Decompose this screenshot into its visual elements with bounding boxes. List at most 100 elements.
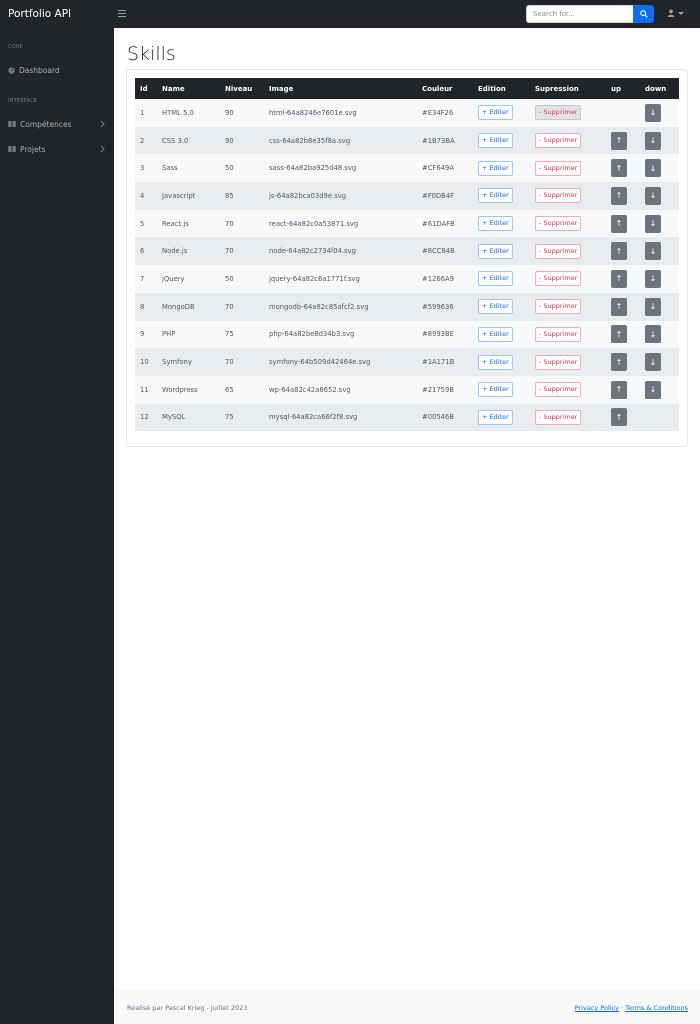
cell-id: 3: [140, 164, 145, 173]
column-header-name[interactable]: Name: [157, 78, 220, 99]
move-up-button[interactable]: ↑: [611, 159, 627, 178]
delete-button[interactable]: - Supprimer: [535, 216, 582, 232]
cell-edition: + Editer: [473, 127, 530, 155]
delete-button[interactable]: - Supprimer: [535, 160, 582, 176]
delete-button[interactable]: - Supprimer: [535, 243, 582, 259]
cell-image: symfony-64b509d42464e.svg: [269, 358, 371, 367]
sidebar-item-label: Dashboard: [19, 65, 60, 75]
move-up-button[interactable]: ↑: [611, 297, 627, 316]
edit-button[interactable]: + Editer: [478, 409, 513, 425]
edit-button[interactable]: + Editer: [478, 382, 513, 398]
move-down-button[interactable]: ↓: [645, 380, 661, 399]
move-down-button[interactable]: ↓: [645, 214, 661, 233]
edit-button[interactable]: + Editer: [478, 354, 513, 370]
delete-button[interactable]: - Supprimer: [535, 105, 582, 121]
cell-id: 7: [140, 274, 145, 283]
move-down-button[interactable]: ↓: [645, 186, 661, 205]
edit-button[interactable]: + Editer: [478, 271, 513, 287]
cell-niveau: 90: [225, 108, 234, 117]
sidebar-item-projets[interactable]: Projets: [0, 141, 114, 157]
cell-niveau: 50: [225, 164, 234, 173]
column-header-couleur[interactable]: Couleur: [417, 78, 473, 99]
delete-button[interactable]: - Supprimer: [535, 299, 582, 315]
edit-button[interactable]: + Editer: [478, 243, 513, 259]
table-row: 7 jQuery 50 jquery-64a82c6a1771f.svg #1266A9…: [135, 265, 679, 293]
skills-card: Id Name Niveau Image Couleur Edition Sup…: [126, 69, 688, 447]
cell-couleur: #F0DB4F: [422, 191, 455, 200]
edit-button[interactable]: + Editer: [478, 299, 513, 315]
move-up-button[interactable]: ↑: [611, 408, 627, 427]
cell-name: MongoDB: [162, 302, 195, 311]
move-down-button[interactable]: ↓: [645, 353, 661, 372]
edit-button[interactable]: + Editer: [478, 216, 513, 232]
move-up-button[interactable]: ↑: [611, 242, 627, 261]
cell-couleur: #599636: [422, 302, 454, 311]
cell-supression: - Supprimer: [530, 376, 606, 404]
edit-button[interactable]: + Editer: [478, 105, 513, 121]
privacy-policy-link[interactable]: Privacy Policy: [575, 1004, 619, 1012]
sidebar-item-dashboard[interactable]: Dashboard: [0, 62, 114, 78]
delete-button[interactable]: - Supprimer: [535, 133, 582, 149]
cell-image: sass-64a82ba925d48.svg: [269, 164, 357, 173]
edit-button[interactable]: + Editer: [478, 326, 513, 342]
move-down-button[interactable]: ↓: [645, 242, 661, 261]
delete-button[interactable]: - Supprimer: [535, 382, 582, 398]
cell-niveau: 70: [225, 247, 234, 256]
cell-down: ↓: [640, 293, 679, 321]
delete-button[interactable]: - Supprimer: [535, 188, 582, 204]
table-row: 2 CSS 3.0 90 css-64a82b8e35f8a.svg #1B73BA + …: [135, 126, 679, 155]
move-down-button[interactable]: ↓: [645, 297, 661, 316]
move-down-button[interactable]: ↓: [645, 269, 661, 288]
move-up-button[interactable]: ↑: [611, 186, 627, 205]
cell-image: mongodb-64a82c85afcf2.svg: [269, 302, 369, 311]
move-up-button[interactable]: ↑: [611, 214, 627, 233]
cell-down: ↓: [640, 154, 679, 182]
cell-image: css-64a82b8e35f8a.svg: [269, 136, 351, 145]
move-up-button[interactable]: ↑: [611, 353, 627, 372]
cell-image: jquery-64a82c6a1771f.svg: [269, 274, 360, 283]
delete-button[interactable]: - Supprimer: [535, 409, 582, 425]
page-title: Skills: [127, 43, 176, 65]
sidebar-item-competences[interactable]: Compétences: [0, 116, 114, 132]
move-down-button[interactable]: ↓: [645, 325, 661, 344]
cell-supression: - Supprimer: [530, 182, 606, 210]
column-header-image[interactable]: Image: [264, 78, 417, 99]
cell-up: ↑: [606, 321, 640, 349]
search-input[interactable]: [526, 5, 633, 23]
cell-couleur: #1A171B: [422, 358, 455, 367]
top-navbar: Portfolio API: [0, 0, 700, 28]
search-form: [526, 5, 654, 23]
cell-name: CSS 3.0: [162, 136, 189, 145]
cell-down: ↓: [640, 265, 679, 293]
delete-button[interactable]: - Supprimer: [535, 326, 582, 342]
move-up-button[interactable]: ↑: [611, 131, 627, 150]
delete-button[interactable]: - Supprimer: [535, 354, 582, 370]
column-header-niveau[interactable]: Niveau: [220, 78, 264, 99]
delete-button[interactable]: - Supprimer: [535, 271, 582, 287]
move-up-button[interactable]: ↑: [611, 269, 627, 288]
brand-logo[interactable]: Portfolio API: [0, 8, 114, 20]
cell-edition: + Editer: [473, 321, 530, 349]
search-button[interactable]: [633, 5, 654, 23]
cell-name: React.js: [162, 219, 189, 228]
cell-supression: - Supprimer: [530, 321, 606, 349]
move-up-button[interactable]: ↑: [611, 380, 627, 399]
cell-down: ↓: [640, 127, 679, 155]
terms-conditions-link[interactable]: Terms & Conditions: [625, 1004, 688, 1012]
menu-icon[interactable]: [118, 9, 126, 20]
edit-button[interactable]: + Editer: [478, 133, 513, 149]
column-header-id[interactable]: Id: [135, 78, 157, 99]
edit-button[interactable]: + Editer: [478, 188, 513, 204]
table-row: 1 HTML 5.0 90 html-64a8246e7601e.svg #E34F26…: [135, 99, 679, 127]
move-up-button[interactable]: ↑: [611, 325, 627, 344]
move-down-button[interactable]: ↓: [645, 159, 661, 178]
user-dropdown[interactable]: [667, 9, 684, 17]
chevron-right-icon: [100, 120, 105, 128]
cell-up: ↑: [606, 237, 640, 265]
table-row: 12 MySQL 75 mysql-64a82ca66f2f8.svg #00546B +…: [135, 403, 679, 432]
cell-down: ↓: [640, 210, 679, 238]
move-down-button[interactable]: ↓: [645, 103, 661, 122]
cell-edition: + Editer: [473, 265, 530, 293]
edit-button[interactable]: + Editer: [478, 160, 513, 176]
move-down-button[interactable]: ↓: [645, 131, 661, 150]
